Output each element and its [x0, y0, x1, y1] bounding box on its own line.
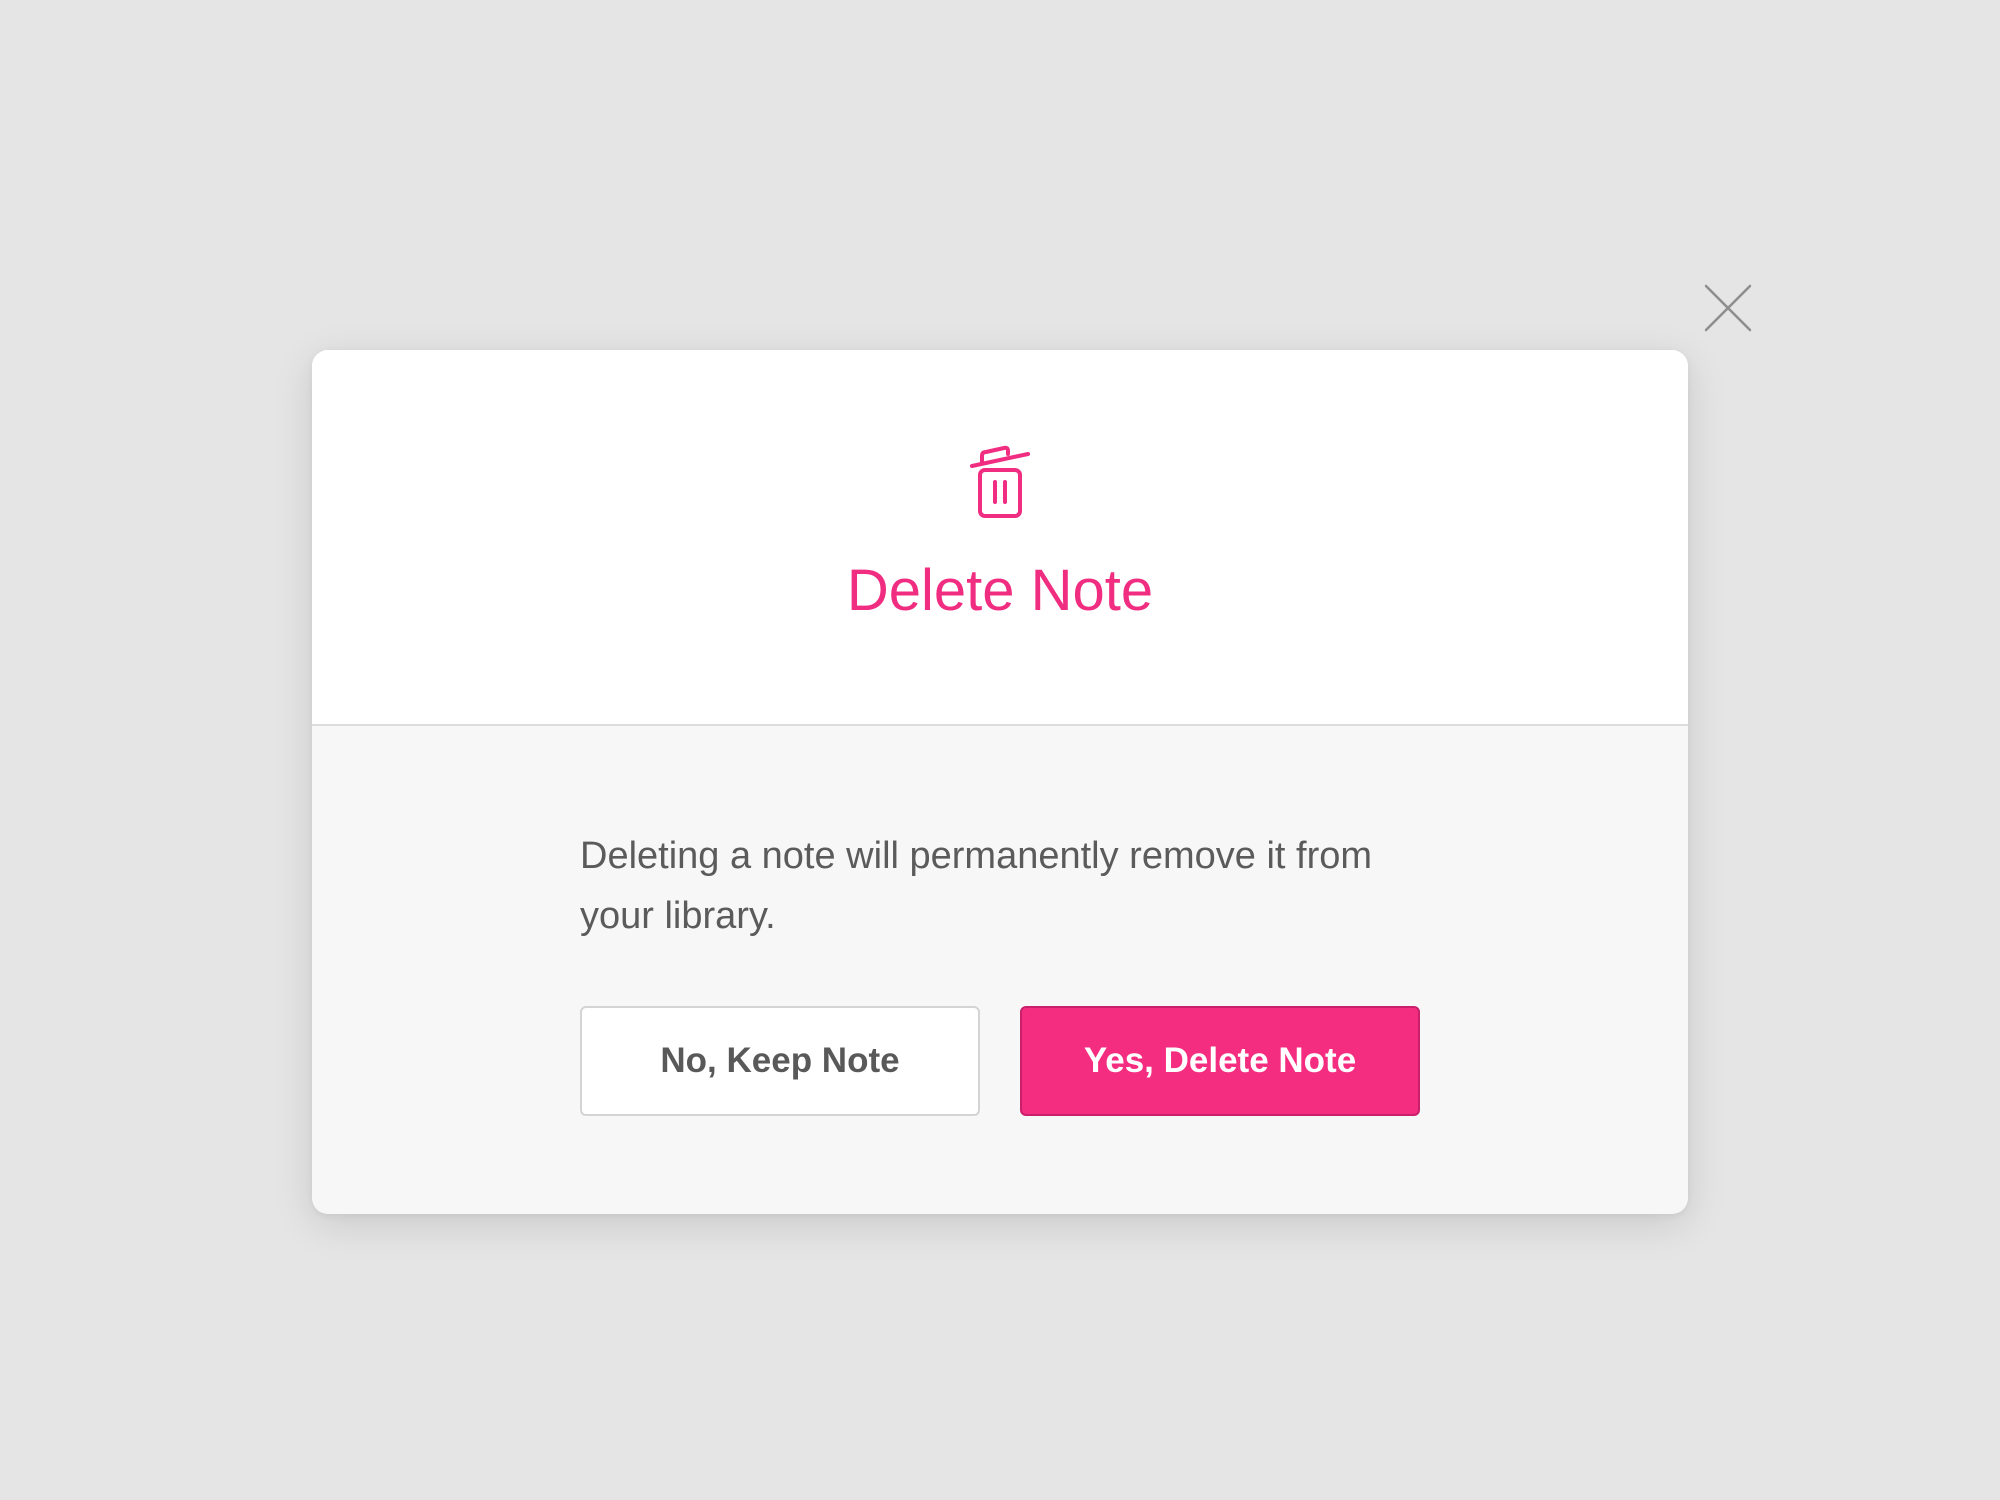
delete-note-dialog: Delete Note Deleting a note will permane…: [312, 350, 1688, 1214]
close-icon: [1704, 284, 1752, 332]
dialog-header: Delete Note: [312, 350, 1688, 726]
dialog-message: Deleting a note will permanently remove …: [580, 835, 1373, 937]
dialog-body: Deleting a note will permanently remove …: [312, 726, 1688, 1214]
keep-note-button[interactable]: No, Keep Note: [580, 1006, 980, 1116]
trash-icon: [968, 442, 1032, 522]
close-button[interactable]: [1700, 280, 1756, 336]
dialog-title: Delete Note: [846, 558, 1154, 623]
delete-note-button[interactable]: Yes, Delete Note: [1020, 1006, 1420, 1116]
